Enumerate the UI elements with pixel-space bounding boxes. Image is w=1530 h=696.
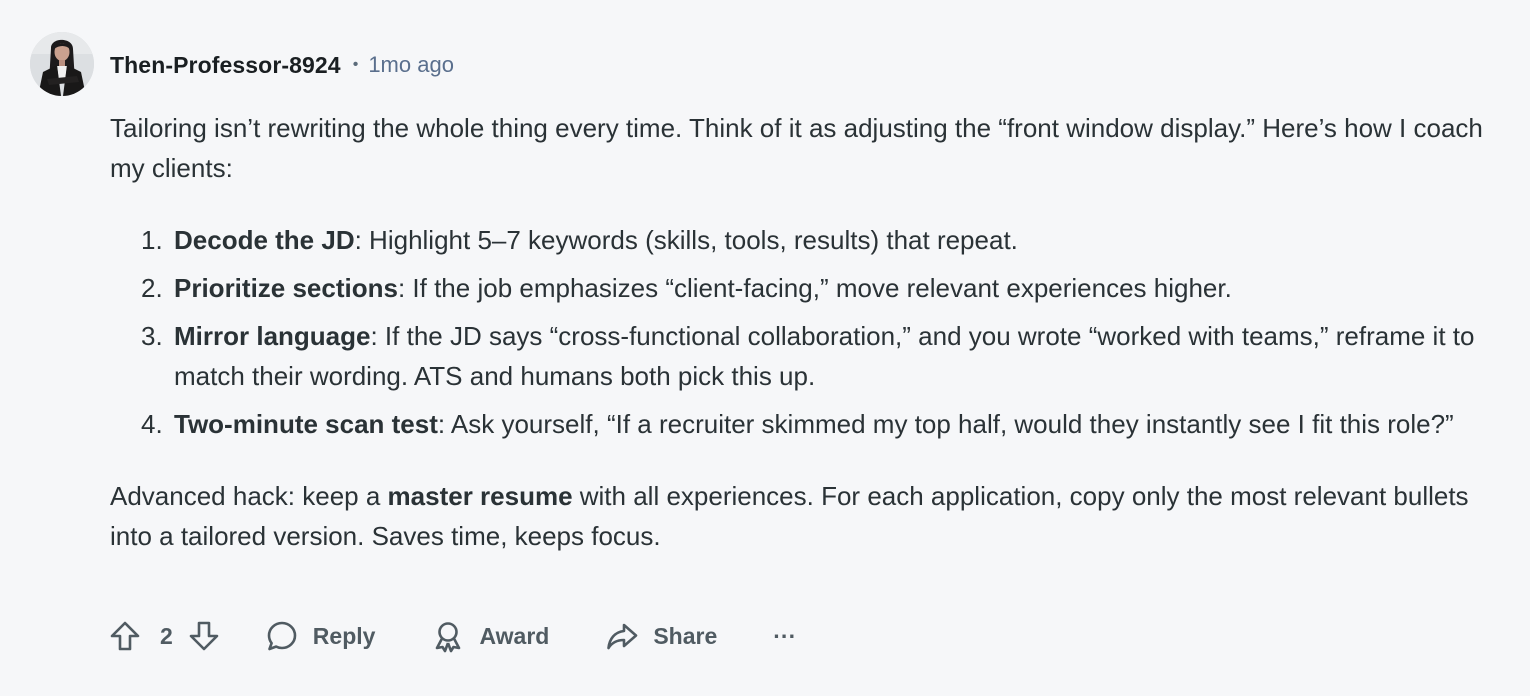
step-title: Prioritize sections <box>174 273 398 303</box>
more-options-button[interactable]: ··· <box>773 616 796 656</box>
outro-text-before: Advanced hack: keep a <box>110 481 388 511</box>
intro-paragraph: Tailoring isn’t rewriting the whole thin… <box>110 113 1483 183</box>
list-number: 2. <box>141 273 163 303</box>
username-link[interactable]: Then-Professor-8924 <box>110 52 341 79</box>
vote-count: 2 <box>160 622 173 649</box>
share-arrow-icon <box>607 623 638 650</box>
avatar[interactable] <box>30 32 94 96</box>
timestamp[interactable]: 1mo ago <box>368 52 454 78</box>
speech-bubble-icon <box>267 621 297 651</box>
upvote-button[interactable] <box>108 616 142 656</box>
list-number: 3. <box>141 321 163 351</box>
list-number: 4. <box>141 409 163 439</box>
step-title: Mirror language <box>174 321 371 351</box>
step-title: Decode the JD <box>174 225 355 255</box>
award-ribbon-icon <box>436 622 461 653</box>
list-item: 3. Mirror language: If the JD says “cross… <box>110 316 1500 396</box>
share-button[interactable]: Share <box>605 616 717 656</box>
more-options-icon: ··· <box>773 622 797 649</box>
step-title: Two-minute scan test <box>174 409 438 439</box>
action-bar: 2 Reply Award Share ··· <box>108 616 796 656</box>
avatar-image <box>30 32 94 96</box>
step-text: : Ask yourself, “If a recruiter skimmed … <box>437 409 1454 439</box>
meta-separator: • <box>352 56 359 73</box>
comment: Then-Professor-8924 • 1mo ago Tailoring … <box>0 0 1530 696</box>
share-label: Share <box>653 622 718 649</box>
step-text: : Highlight 5–7 keywords (skills, tools,… <box>354 225 1018 255</box>
comment-meta: Then-Professor-8924 • 1mo ago <box>110 50 454 80</box>
downvote-button[interactable] <box>187 616 221 656</box>
step-text: : If the JD says “cross-functional colla… <box>174 321 1475 391</box>
award-label: Award <box>479 622 550 649</box>
list-item: 2. Prioritize sections: If the job emphas… <box>110 268 1500 308</box>
reply-button[interactable]: Reply <box>265 616 376 656</box>
step-text: : If the job emphasizes “client-facing,”… <box>397 273 1232 303</box>
arrow-down-icon <box>189 621 219 651</box>
reply-label: Reply <box>312 622 376 649</box>
list-number: 1. <box>141 225 163 255</box>
steps-list: 1. Decode the JD: Highlight 5–7 keywords … <box>110 220 1500 444</box>
arrow-up-icon <box>110 621 140 651</box>
list-item: 1. Decode the JD: Highlight 5–7 keywords … <box>110 220 1500 260</box>
comment-body: Tailoring isn’t rewriting the whole thin… <box>110 108 1500 556</box>
list-item: 4. Two-minute scan test: Ask yourself, “I… <box>110 404 1500 444</box>
outro-paragraph: Advanced hack: keep a master resume with… <box>110 476 1500 556</box>
award-button[interactable]: Award <box>431 616 549 656</box>
outro-bold: master resume <box>387 481 573 511</box>
